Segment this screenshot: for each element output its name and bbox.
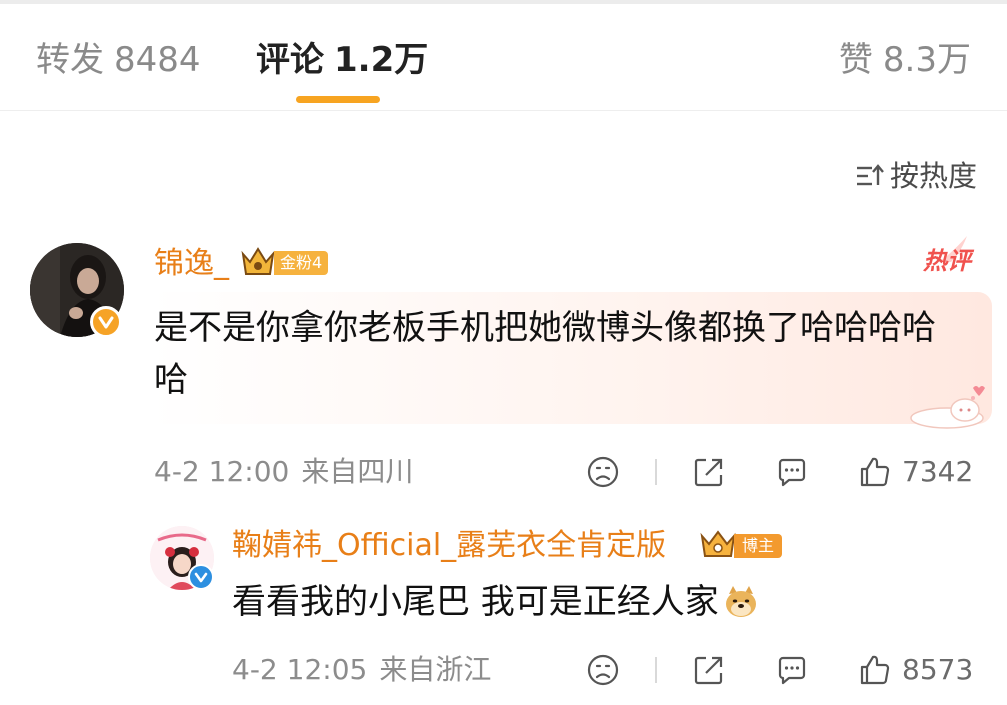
reply-share-button[interactable] — [692, 650, 726, 690]
comment-actions: 7342 — [0, 452, 1007, 492]
comment-icon — [778, 656, 806, 685]
share-icon — [694, 458, 723, 487]
hot-comment-tag: 热评 — [923, 247, 971, 275]
tab-comment-label: 评论 — [256, 40, 324, 80]
doge-icon — [725, 586, 756, 617]
tab-repost[interactable]: 转发 8484 — [36, 40, 201, 80]
verified-orange-icon — [90, 306, 122, 338]
reply-username[interactable]: 鞠婧祎_Official_露芜衣全肯定版 — [232, 526, 666, 566]
reply-text: 看看我的小尾巴 我可是正经人家 — [232, 582, 719, 622]
like-count: 7342 — [902, 455, 974, 488]
reply-comment-button[interactable] — [775, 650, 809, 690]
like-button[interactable]: 7342 — [858, 452, 973, 492]
thumbs-up-icon — [860, 655, 890, 685]
tab-like[interactable]: 赞 8.3万 — [839, 40, 971, 80]
reply-like-count: 8573 — [902, 653, 974, 686]
tab-active-indicator — [296, 96, 380, 103]
action-divider — [655, 657, 657, 683]
tab-repost-label: 转发 — [36, 40, 104, 80]
share-icon — [694, 656, 723, 685]
sad-face-icon — [587, 456, 619, 488]
host-badge: 博主 — [734, 534, 783, 558]
reply-button[interactable] — [775, 452, 809, 492]
action-divider — [655, 459, 657, 485]
reply-text-row: 看看我的小尾巴 我可是正经人家 — [232, 578, 759, 626]
comment-icon — [778, 458, 806, 487]
sad-face-icon — [587, 654, 619, 686]
share-button[interactable] — [692, 452, 726, 492]
tab-comment[interactable]: 评论 1.2万 — [256, 40, 428, 80]
comment-username[interactable]: 锦逸_ — [154, 244, 229, 284]
sort-label: 按热度 — [889, 159, 977, 193]
tab-like-label: 赞 — [838, 40, 873, 80]
host-crown-icon — [700, 530, 736, 557]
thumbs-up-icon — [860, 457, 890, 487]
fan-level-badge: 金粉4 — [274, 251, 329, 275]
reply-like-button[interactable]: 8573 — [858, 650, 973, 690]
reply-actions: 8573 — [0, 650, 1007, 690]
tab-comment-count: 1.2万 — [334, 40, 429, 80]
tab-bar: 转发 8484 评论 1.2万 赞 8.3万 — [0, 4, 1007, 111]
tab-repost-count: 8484 — [114, 40, 201, 80]
reply-dislike-button[interactable] — [586, 650, 620, 690]
dislike-button[interactable] — [586, 452, 620, 492]
cat-sticker-icon — [910, 386, 985, 429]
tab-like-count: 8.3万 — [882, 40, 971, 80]
fan-crown-icon — [241, 247, 275, 275]
comment-text: 是不是你拿你老板手机把她微博头像都换了哈哈哈哈哈 — [154, 308, 936, 400]
sort-button[interactable]: 按热度 — [854, 156, 977, 196]
verified-blue-icon — [188, 564, 214, 590]
sort-icon — [856, 164, 884, 186]
